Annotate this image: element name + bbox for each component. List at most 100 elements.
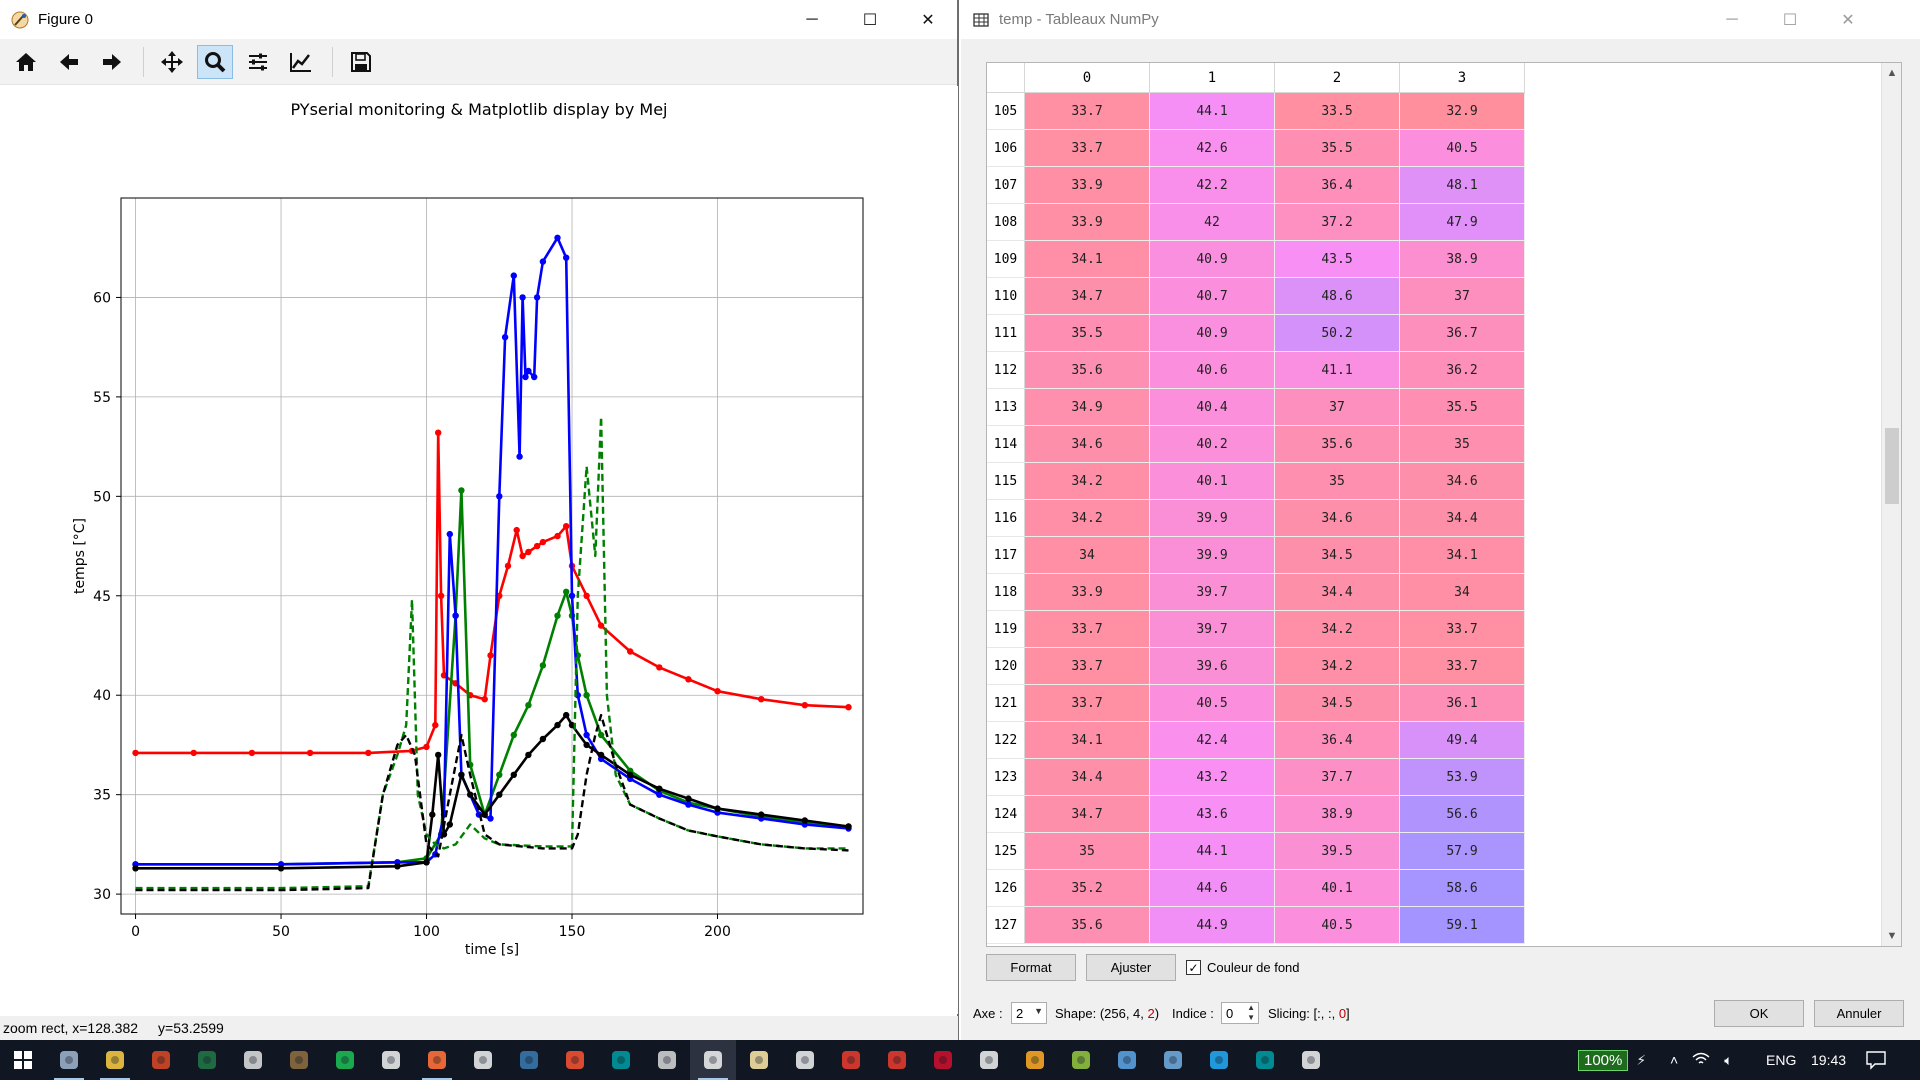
table-cell[interactable]: 40.1 — [1275, 870, 1400, 907]
table-cell[interactable]: 40.2 — [1150, 426, 1275, 463]
table-cell[interactable]: 44.1 — [1150, 833, 1275, 870]
table-cell[interactable]: 34.1 — [1400, 537, 1525, 574]
row-header[interactable]: 118 — [987, 574, 1025, 611]
table-cell[interactable]: 44.6 — [1150, 870, 1275, 907]
table-cell[interactable]: 34.6 — [1025, 426, 1150, 463]
table-cell[interactable]: 39.7 — [1150, 611, 1275, 648]
forward-arrow-icon[interactable] — [94, 45, 130, 79]
7zip-icon[interactable] — [230, 1040, 276, 1080]
table-cell[interactable]: 43.6 — [1150, 796, 1275, 833]
table-cell[interactable]: 35.6 — [1275, 426, 1400, 463]
back-arrow-icon[interactable] — [51, 45, 87, 79]
table-cell[interactable]: 35.5 — [1275, 130, 1400, 167]
python-icon[interactable] — [506, 1040, 552, 1080]
row-header[interactable]: 114 — [987, 426, 1025, 463]
table-cell[interactable]: 40.5 — [1275, 907, 1400, 944]
table-cell[interactable]: 38.9 — [1400, 241, 1525, 278]
firefox-icon[interactable] — [414, 1040, 460, 1080]
table-cell[interactable]: 33.7 — [1400, 648, 1525, 685]
network-app-icon[interactable] — [1150, 1040, 1196, 1080]
row-header[interactable]: 126 — [987, 870, 1025, 907]
resize-button[interactable]: Ajuster — [1086, 954, 1176, 981]
table-cell[interactable]: 41.1 — [1275, 352, 1400, 389]
table-cell[interactable]: 42.4 — [1150, 722, 1275, 759]
axis-select[interactable]: 2 ▼ — [1011, 1002, 1047, 1024]
table-cell[interactable]: 39.9 — [1150, 500, 1275, 537]
table-cell[interactable]: 34.4 — [1275, 574, 1400, 611]
table-cell[interactable]: 34.9 — [1025, 389, 1150, 426]
table-cell[interactable]: 37.2 — [1275, 204, 1400, 241]
table-cell[interactable]: 34.5 — [1275, 685, 1400, 722]
table-cell[interactable]: 33.7 — [1025, 93, 1150, 130]
notepad-plus-icon[interactable] — [1058, 1040, 1104, 1080]
curve-edit-icon[interactable] — [283, 45, 319, 79]
vertical-scrollbar[interactable]: ▲ ▼ — [1881, 63, 1901, 946]
language-indicator[interactable]: ENG — [1766, 1040, 1796, 1080]
table-cell[interactable]: 39.7 — [1150, 574, 1275, 611]
table-cell[interactable]: 32.9 — [1400, 93, 1525, 130]
butterfly-icon[interactable] — [1012, 1040, 1058, 1080]
table-cell[interactable]: 34.7 — [1025, 278, 1150, 315]
table-cell[interactable]: 58.6 — [1400, 870, 1525, 907]
save-icon[interactable] — [343, 45, 379, 79]
ccleaner-icon[interactable] — [966, 1040, 1012, 1080]
table-cell[interactable]: 37.7 — [1275, 759, 1400, 796]
subplots-icon[interactable] — [240, 45, 276, 79]
vscode-icon[interactable] — [1196, 1040, 1242, 1080]
table-cell[interactable]: 36.4 — [1275, 167, 1400, 204]
gear-app-icon[interactable] — [1288, 1040, 1334, 1080]
table-cell[interactable]: 34.2 — [1275, 648, 1400, 685]
maximize-button[interactable]: ☐ — [1761, 0, 1819, 39]
table-cell[interactable]: 36.4 — [1275, 722, 1400, 759]
minimize-button[interactable]: ─ — [783, 0, 841, 39]
table-cell[interactable]: 48.1 — [1400, 167, 1525, 204]
row-header[interactable]: 110 — [987, 278, 1025, 315]
table-cell[interactable]: 34 — [1400, 574, 1525, 611]
scratch-icon[interactable] — [920, 1040, 966, 1080]
table-cell[interactable]: 35.5 — [1400, 389, 1525, 426]
wifi-icon[interactable] — [1692, 1052, 1710, 1069]
row-header[interactable]: 120 — [987, 648, 1025, 685]
table-cell[interactable]: 42.6 — [1150, 130, 1275, 167]
minimize-button[interactable]: ─ — [1703, 0, 1761, 39]
table-cell[interactable]: 56.6 — [1400, 796, 1525, 833]
table-cell[interactable]: 39.5 — [1275, 833, 1400, 870]
column-header-3[interactable]: 3 — [1400, 63, 1525, 93]
scroll-up-icon[interactable]: ▲ — [1882, 63, 1901, 83]
table-cell[interactable]: 43.2 — [1150, 759, 1275, 796]
matplotlib-figure-icon[interactable] — [690, 1040, 736, 1080]
table-cell[interactable]: 33.7 — [1025, 648, 1150, 685]
format-button[interactable]: Format — [986, 954, 1076, 981]
text-editor-icon[interactable] — [736, 1040, 782, 1080]
file-explorer-icon[interactable] — [92, 1040, 138, 1080]
table-cell[interactable]: 37 — [1400, 278, 1525, 315]
gimp-icon[interactable] — [276, 1040, 322, 1080]
row-header[interactable]: 117 — [987, 537, 1025, 574]
row-header[interactable]: 105 — [987, 93, 1025, 130]
row-header[interactable]: 124 — [987, 796, 1025, 833]
table-cell[interactable]: 33.9 — [1025, 167, 1150, 204]
row-header[interactable]: 115 — [987, 463, 1025, 500]
column-header-2[interactable]: 2 — [1275, 63, 1400, 93]
row-header[interactable]: 113 — [987, 389, 1025, 426]
table-cell[interactable]: 34.1 — [1025, 722, 1150, 759]
cancel-button[interactable]: Annuler — [1814, 1000, 1904, 1027]
scroll-down-icon[interactable]: ▼ — [1882, 926, 1901, 946]
table-cell[interactable]: 34.5 — [1275, 537, 1400, 574]
table-cell[interactable]: 48.6 — [1275, 278, 1400, 315]
row-header[interactable]: 106 — [987, 130, 1025, 167]
spin-down-icon[interactable]: ▼ — [1247, 1013, 1255, 1022]
row-header[interactable]: 107 — [987, 167, 1025, 204]
table-cell[interactable]: 35.6 — [1025, 352, 1150, 389]
table-cell[interactable]: 43.5 — [1275, 241, 1400, 278]
table-cell[interactable]: 40.5 — [1150, 685, 1275, 722]
table-cell[interactable]: 44.1 — [1150, 93, 1275, 130]
winamp-icon[interactable] — [644, 1040, 690, 1080]
windows-start-icon[interactable] — [0, 1040, 46, 1080]
table-cell[interactable]: 36.2 — [1400, 352, 1525, 389]
home-icon[interactable] — [8, 45, 44, 79]
figure-title-bar[interactable]: Figure 0 ─ ☐ ✕ — [0, 0, 957, 39]
column-header-1[interactable]: 1 — [1150, 63, 1275, 93]
table-cell[interactable]: 33.7 — [1025, 130, 1150, 167]
table-cell[interactable]: 33.9 — [1025, 574, 1150, 611]
